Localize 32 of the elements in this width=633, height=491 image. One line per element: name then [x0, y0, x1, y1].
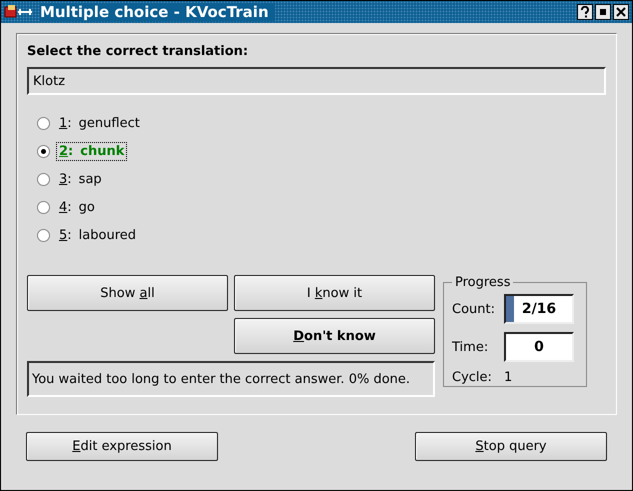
status-message: You waited too long to enter the correct answer. 0% done. — [27, 361, 435, 397]
stop-query-button[interactable]: Stop query — [415, 432, 607, 461]
choice-label[interactable]: 4: go — [56, 198, 98, 216]
help-button[interactable] — [577, 4, 593, 20]
choice-label[interactable]: 3: sap — [56, 170, 105, 188]
window-title: Multiple choice - KVocTrain — [40, 3, 275, 21]
know-it-button[interactable]: I know it — [234, 275, 435, 311]
prompt-label: Select the correct translation: — [27, 44, 250, 59]
radio-button[interactable] — [37, 200, 50, 214]
edit-expression-button[interactable]: Edit expression — [26, 432, 218, 461]
dont-know-button[interactable]: Don't know — [234, 318, 435, 354]
word-field: Klotz — [27, 67, 606, 95]
show-all-button[interactable]: Show all — [27, 275, 228, 311]
close-icon — [616, 7, 626, 17]
radio-button[interactable] — [37, 172, 50, 186]
group-title: Progress — [454, 275, 512, 290]
choice-label[interactable]: 1: genuflect — [56, 114, 143, 132]
close-button[interactable] — [613, 4, 629, 20]
radio-button[interactable] — [37, 228, 50, 242]
time-label: Time: — [452, 340, 490, 354]
radio-button[interactable] — [37, 144, 50, 158]
radio-button[interactable] — [37, 116, 50, 130]
count-label: Count: — [452, 302, 496, 316]
count-display: 2/16 — [504, 294, 574, 324]
question-mark-icon — [580, 6, 590, 18]
choice-label[interactable]: 2: chunk — [56, 142, 128, 160]
time-display: 0 — [504, 332, 574, 362]
cycle-label: Cycle: — [452, 370, 493, 385]
choice-label[interactable]: 5: laboured — [56, 226, 140, 244]
maximize-icon — [600, 9, 606, 15]
maximize-button[interactable] — [595, 4, 611, 20]
cycle-value: 1 — [504, 370, 514, 385]
